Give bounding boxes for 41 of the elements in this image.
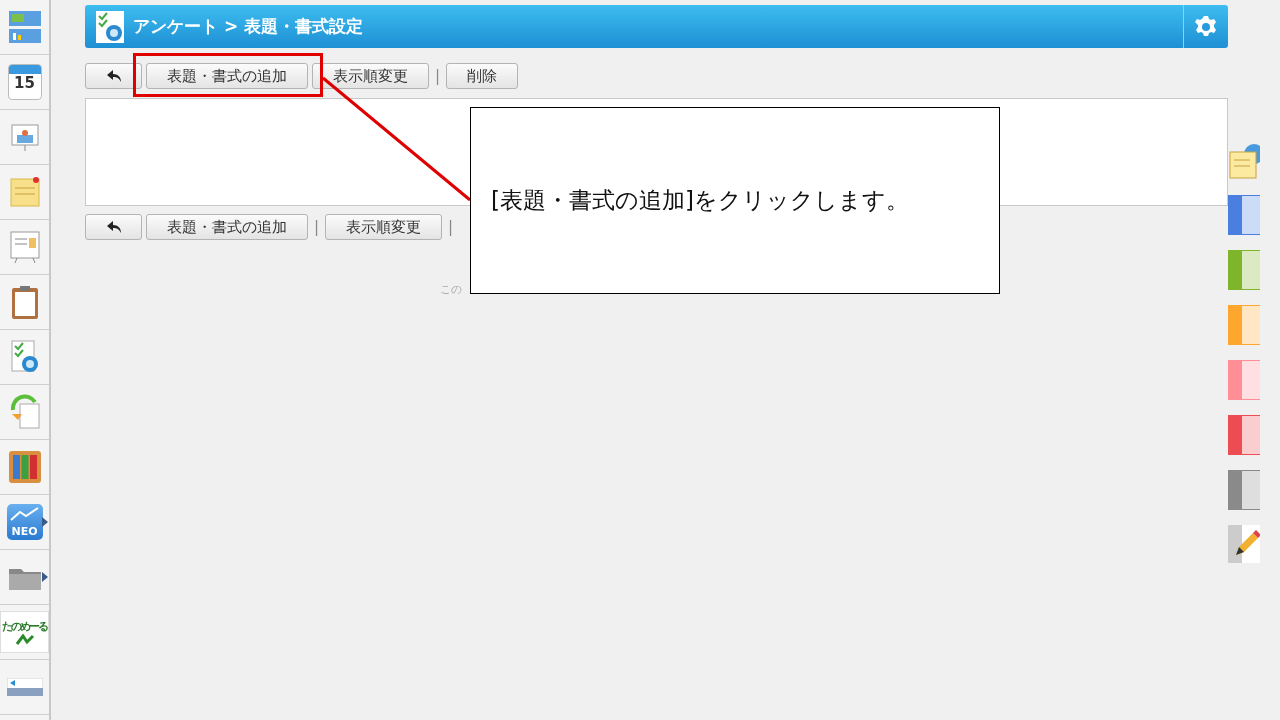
back-button[interactable] xyxy=(85,214,142,240)
presentation-board-icon[interactable] xyxy=(8,121,41,153)
banner-text: たのめーる xyxy=(2,618,47,634)
color-tab[interactable] xyxy=(1228,415,1260,455)
sticky-note-icon[interactable] xyxy=(8,176,41,208)
color-tab[interactable] xyxy=(1228,195,1260,235)
toolbar-button[interactable]: 表示順変更 xyxy=(325,214,443,240)
color-tab[interactable] xyxy=(1228,250,1260,290)
notice-board-icon[interactable] xyxy=(8,230,41,264)
back-arrow-icon xyxy=(105,69,122,83)
color-tab[interactable] xyxy=(1228,360,1260,400)
survey-icon xyxy=(95,9,125,44)
color-tab[interactable] xyxy=(1228,470,1260,510)
binders-icon[interactable] xyxy=(7,450,42,484)
pencil-icon[interactable] xyxy=(1228,525,1260,563)
submenu-arrow-icon[interactable] xyxy=(42,572,48,582)
submenu-arrow-icon[interactable] xyxy=(42,517,48,527)
calendar-date: 15 xyxy=(14,74,35,92)
survey-icon[interactable] xyxy=(8,339,41,375)
toolbar-button[interactable]: 表題・書式の追加 xyxy=(146,214,308,240)
back-arrow-icon xyxy=(105,220,122,234)
neo-app-icon[interactable]: NEO xyxy=(6,504,43,540)
separator: | xyxy=(313,218,321,236)
clipboard-icon[interactable] xyxy=(9,284,40,320)
separator: | xyxy=(434,67,442,85)
toolbar-button[interactable]: 表示順変更 xyxy=(312,63,429,89)
banner-image-icon[interactable] xyxy=(6,678,43,696)
footer-text: この xyxy=(440,282,462,297)
dashboard-icon[interactable] xyxy=(6,9,43,45)
color-tab[interactable] xyxy=(1228,305,1260,345)
page-title: アンケート > 表題・書式設定 xyxy=(133,15,365,38)
neo-label: NEO xyxy=(11,525,38,538)
toolbar-button[interactable]: 削除 xyxy=(446,63,519,89)
document-sync-icon[interactable] xyxy=(8,394,41,430)
back-button[interactable] xyxy=(85,63,142,89)
banner-logo[interactable]: たのめーる xyxy=(0,611,49,653)
settings-icon xyxy=(1194,14,1218,39)
separator: | xyxy=(447,218,455,236)
toolbar-button[interactable]: 表題・書式の追加 xyxy=(146,63,308,89)
calendar-icon[interactable]: 15 xyxy=(7,64,42,100)
callout-text: [表題・書式の追加]をクリックします。 xyxy=(491,186,909,215)
